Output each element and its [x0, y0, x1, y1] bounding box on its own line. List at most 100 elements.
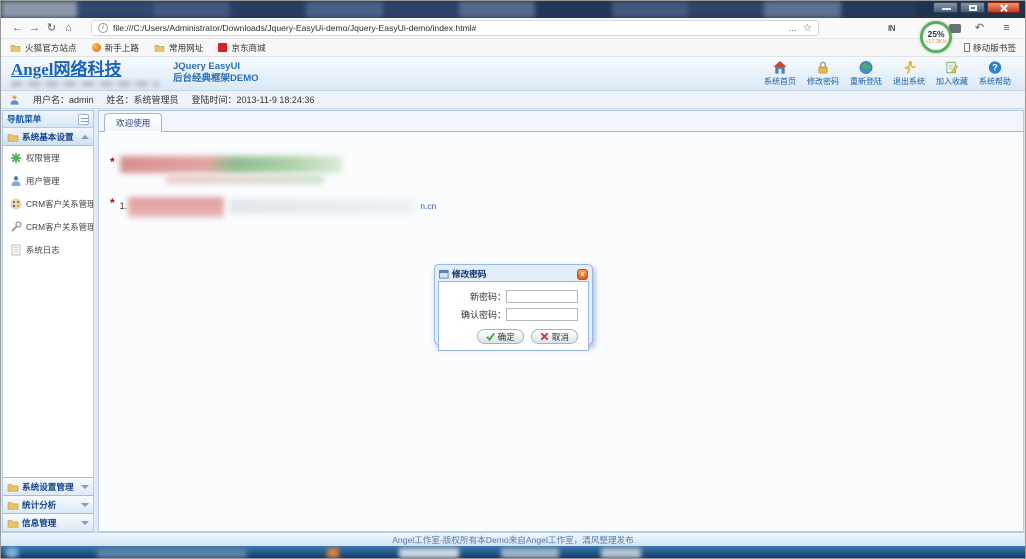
window-minimize-button[interactable]	[933, 2, 958, 13]
back-button[interactable]: ←	[9, 21, 26, 36]
login-time-value: 登陆时间：2013-11-9 18:24:36	[191, 95, 315, 105]
permission-icon	[11, 152, 21, 163]
sidebar-item-permission-mgmt[interactable]: 权限管理	[3, 146, 93, 169]
sidebar-item-system-log[interactable]: 系统日志	[3, 238, 93, 261]
bookmark-item-common-sites[interactable]: 常用网址	[154, 42, 203, 54]
folder-icon	[7, 519, 19, 527]
accordion-panel-info-mgmt[interactable]: 信息管理	[3, 513, 93, 531]
mobile-bookmarks[interactable]: 移动版书签	[964, 42, 1016, 54]
window-close-button[interactable]	[987, 2, 1020, 13]
action-label: 系统首页	[764, 77, 796, 86]
taskbar-icon-blurred	[327, 548, 339, 558]
folder-icon	[7, 501, 19, 509]
logo-cn: 网络科技	[53, 59, 122, 79]
url-overflow-icon[interactable]: …	[788, 23, 798, 33]
page-info-icon[interactable]: i	[98, 23, 108, 33]
ok-button[interactable]: 确定	[476, 329, 524, 344]
home-icon	[773, 60, 787, 74]
logo-en: Angel	[11, 59, 54, 79]
bookmark-item-jd[interactable]: 京东商城	[218, 42, 266, 54]
sidebar-item-crm-system-1[interactable]: CRM客户关系管理系统	[3, 192, 93, 215]
new-password-input[interactable]	[506, 290, 578, 303]
forward-button[interactable]: →	[26, 21, 43, 36]
site-header: Angel网络科技 JQuery EasyUI 后台经典框架DEMO 系统首页 …	[1, 57, 1025, 91]
confirm-password-input[interactable]	[506, 308, 578, 321]
url-bar[interactable]: i file:///C:/Users/Administrator/Downloa…	[91, 20, 819, 36]
action-label: 加入收藏	[936, 77, 968, 86]
maximize-icon	[969, 5, 977, 11]
toolbar-right-icons: IN ↶ ≡	[888, 21, 1017, 36]
site-logo: Angel网络科技	[11, 59, 159, 79]
chevron-down-icon	[81, 502, 89, 507]
check-icon	[485, 332, 495, 341]
hamburger-menu-icon[interactable]: ≡	[998, 21, 1015, 36]
mobile-bookmarks-label: 移动版书签	[973, 42, 1016, 53]
jd-icon	[218, 43, 228, 52]
line2-domain-link[interactable]: n.cn	[420, 197, 436, 215]
change-password-button[interactable]: 修改密码	[807, 60, 839, 87]
phone-icon	[964, 43, 971, 52]
bookmark-label: 常用网址	[168, 42, 204, 53]
accordion-panel-system-basic-settings[interactable]: 系统基本设置	[3, 128, 93, 146]
ok-label: 确定	[497, 331, 515, 342]
bookmark-item-firefox-official[interactable]: 火狐官方站点	[10, 42, 77, 54]
minimize-icon	[942, 8, 951, 10]
undo-arrow-icon[interactable]: ↶	[971, 21, 988, 36]
footer-text: Angel工作室-版权所有本Demo来自Angel工作室，清风整理发布	[392, 534, 634, 545]
subtitle-line1: JQuery EasyUI	[173, 61, 241, 72]
bookmark-star-icon[interactable]: ☆	[803, 23, 812, 34]
accordion-panel-system-settings-mgmt[interactable]: 系统设置管理	[3, 477, 93, 495]
bookmark-label: 京东商城	[231, 42, 266, 53]
url-text[interactable]: file:///C:/Users/Administrator/Downloads…	[113, 23, 783, 33]
sidebar-item-crm-system-2[interactable]: CRM客户关系管理系统	[3, 215, 93, 238]
start-orb-blurred[interactable]	[5, 547, 19, 558]
sidebar: 导航菜单 系统基本设置 权限管理 用户管理 CRM客户关系管 CRM客户关系管 …	[2, 110, 94, 532]
speed-value: +17.3K/s	[925, 38, 947, 45]
dialog-close-button[interactable]: ×	[577, 268, 588, 280]
exit-system-button[interactable]: 退出系统	[893, 60, 925, 87]
dialog-body: 新密码： 确认密码： 确定 取消	[438, 281, 589, 351]
new-password-label: 新密码：	[469, 292, 506, 302]
firefox-dot-icon	[91, 43, 101, 52]
logo-subtext-blurred	[11, 80, 159, 87]
add-favorite-button[interactable]: 加入收藏	[936, 60, 968, 87]
browser-toolbar: ← → ↻ ⌂ i file:///C:/Users/Administrator…	[1, 18, 1025, 53]
cancel-button[interactable]: 取消	[530, 329, 578, 344]
taskbar-icon-blurred	[399, 548, 459, 558]
close-icon	[988, 3, 1019, 12]
tab-label: 欢迎使用	[116, 117, 151, 128]
wrench-icon	[11, 220, 22, 232]
globe-icon	[859, 61, 873, 74]
network-speed-badge[interactable]: 25% +17.3K/s	[920, 21, 952, 53]
accordion-panel-statistics[interactable]: 统计分析	[3, 495, 93, 513]
tab-welcome[interactable]: 欢迎使用	[104, 113, 163, 132]
line2-prefix: 1.	[119, 201, 128, 211]
reload-button[interactable]: ↻	[43, 21, 60, 36]
browser-tabstrip-blurred[interactable]	[1, 1, 917, 18]
lock-icon	[818, 61, 828, 74]
action-label: 修改密码	[807, 77, 839, 86]
sidebar-item-label: 系统日志	[26, 244, 60, 255]
download-manager-extension-icon[interactable]: IN	[888, 24, 896, 33]
system-help-button[interactable]: ? 系统帮助	[979, 60, 1011, 87]
taskbar-icons-blurred	[97, 548, 247, 558]
sidebar-title-bar: 导航菜单	[3, 111, 93, 128]
system-home-button[interactable]: 系统首页	[764, 60, 796, 87]
window-maximize-button[interactable]	[960, 2, 985, 13]
x-icon	[540, 332, 549, 341]
sidebar-item-user-mgmt[interactable]: 用户管理	[3, 169, 93, 192]
redacted-line-1: *	[110, 156, 1023, 184]
relogin-button[interactable]: 重新登陆	[850, 60, 882, 87]
accordion-label: 系统设置管理	[22, 481, 74, 492]
svg-text:?: ?	[992, 63, 997, 73]
action-label: 系统帮助	[979, 77, 1011, 86]
sidebar-item-label: 权限管理	[26, 152, 60, 163]
required-marker: *	[110, 155, 115, 169]
new-password-row: 新密码：	[449, 290, 578, 303]
windows-taskbar[interactable]	[1, 546, 1025, 558]
dialog-titlebar[interactable]: 修改密码 ×	[438, 267, 589, 281]
home-button[interactable]: ⌂	[60, 21, 77, 36]
window-titlebar	[1, 1, 1025, 18]
sidebar-collapse-button[interactable]	[78, 113, 89, 125]
bookmark-item-getting-started[interactable]: 新手上路	[91, 42, 139, 54]
